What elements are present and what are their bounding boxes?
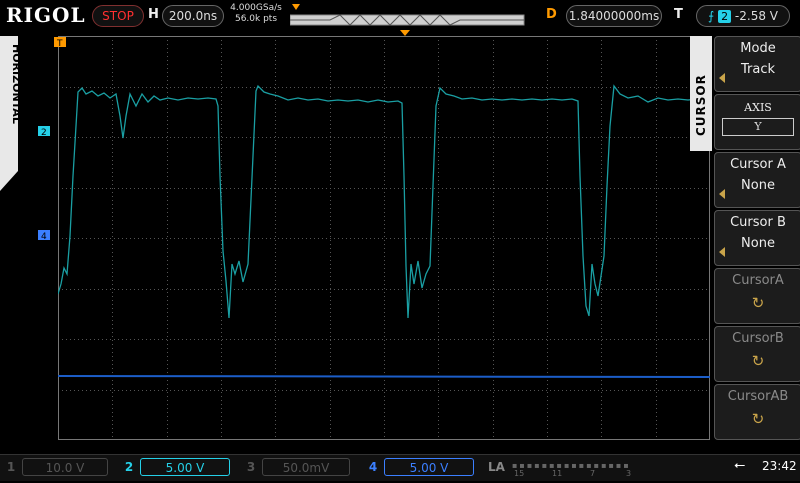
cursor-b-arrow-icon — [719, 247, 725, 257]
rigol-logo: RIGOL — [6, 3, 86, 27]
mode-label: Mode — [740, 41, 776, 56]
cursora-label: CursorA — [732, 273, 784, 288]
la-tick-15: 15 — [514, 469, 525, 478]
cursorb-adjust-button[interactable]: CursorB ↻ — [714, 326, 800, 382]
mode-button[interactable]: Mode Track — [714, 36, 800, 92]
top-status-bar: RIGOL STOP H 200.0ns 4.000GSa/s 56.0k pt… — [0, 0, 800, 32]
horizontal-tab[interactable]: HORIZONTAL — [0, 36, 22, 196]
logic-analyzer-status[interactable]: LA ▪▪▪▪▪▪▪▪▪▪▪▪▪▪▪▪ 15 11 7 3 — [488, 458, 668, 478]
la-channel-map: ▪▪▪▪▪▪▪▪▪▪▪▪▪▪▪▪ — [512, 461, 631, 470]
timebase-readout[interactable]: 200.0ns — [162, 5, 224, 27]
cursorb-label: CursorB — [732, 331, 784, 346]
horizontal-label: H — [148, 7, 159, 22]
sample-info: 4.000GSa/s 56.0k pts — [228, 3, 284, 25]
cursor-a-button[interactable]: Cursor A None — [714, 152, 800, 208]
channel-4-status[interactable]: 4 5.00 V — [366, 458, 474, 476]
memory-depth: 56.0k pts — [234, 14, 278, 24]
channel-1-scale: 10.0 V — [45, 461, 85, 475]
cursor-a-arrow-icon — [719, 189, 725, 199]
trigger-marker: T — [54, 37, 66, 48]
la-label: LA — [488, 460, 505, 474]
channel-4-scale: 5.00 V — [409, 461, 449, 475]
channel-4-number: 4 — [368, 460, 378, 474]
delay-readout[interactable]: 1.84000000ms — [566, 5, 662, 27]
la-tick-11: 11 — [552, 469, 563, 478]
cursor-menu: CURSOR Mode Track AXIS Y Cursor A None C… — [690, 36, 800, 450]
channel-3-scale: 50.0mV — [282, 461, 330, 475]
trigger-position-icon — [292, 4, 300, 10]
cursor-b-label: Cursor B — [730, 215, 786, 230]
trigger-channel-badge: 2 — [718, 10, 732, 23]
channel-4-marker-label: 4 — [41, 232, 47, 241]
mode-arrow-icon — [719, 73, 725, 83]
channel-2-scale: 5.00 V — [165, 461, 205, 475]
waveform-display[interactable]: T 2 4 — [38, 30, 711, 441]
horizontal-tab-label: HORIZONTAL — [10, 44, 22, 124]
trigger-label: T — [674, 7, 683, 22]
axis-value: Y — [722, 118, 794, 136]
axis-label: AXIS — [744, 101, 772, 114]
channel-1-number: 1 — [6, 460, 16, 474]
la-tick-3: 3 — [626, 469, 632, 478]
cursor-b-button[interactable]: Cursor B None — [714, 210, 800, 266]
rotate-knob-icon: ↻ — [751, 352, 765, 370]
cursor-a-value: None — [741, 178, 775, 193]
memory-overview — [290, 4, 525, 26]
rotate-knob-icon: ↻ — [751, 294, 765, 312]
channel-2-number: 2 — [124, 460, 134, 474]
sample-rate: 4.000GSa/s — [230, 3, 282, 13]
delay-label: D — [546, 7, 557, 22]
channel-1-status[interactable]: 1 10.0 V — [4, 458, 108, 476]
rising-edge-icon: ⨍ — [708, 9, 715, 23]
rotate-knob-icon: ↻ — [751, 410, 765, 428]
usb-icon: ⭠ — [734, 457, 746, 473]
la-tick-7: 7 — [590, 469, 596, 478]
trigger-time-marker — [400, 30, 410, 36]
cursor-a-label: Cursor A — [730, 157, 786, 172]
mode-value: Track — [740, 62, 776, 77]
trigger-readout[interactable]: ⨍ 2 -2.58 V — [696, 5, 790, 27]
cursorab-label: CursorAB — [727, 389, 789, 404]
axis-button[interactable]: AXIS Y — [714, 94, 800, 150]
cursor-b-value: None — [741, 236, 775, 251]
channel-2-status[interactable]: 2 5.00 V — [122, 458, 230, 476]
channel-3-number: 3 — [246, 460, 256, 474]
channel-4-trace — [57, 375, 711, 378]
cursora-adjust-button[interactable]: CursorA ↻ — [714, 268, 800, 324]
run-stop-indicator[interactable]: STOP — [92, 5, 144, 27]
channel-status-bar: 1 10.0 V 2 5.00 V 3 50.0mV 4 5.00 V LA ▪… — [0, 454, 800, 481]
trigger-marker-label: T — [56, 39, 63, 48]
clock: 23:42 — [762, 459, 797, 473]
channel-2-marker-label: 2 — [41, 128, 47, 137]
menu-title: CURSOR — [690, 36, 712, 151]
waveform-grid — [57, 36, 711, 441]
trigger-level: -2.58 V — [734, 9, 778, 23]
channel-2-offset-marker[interactable]: 2 — [38, 125, 52, 137]
channel-4-offset-marker[interactable]: 4 — [38, 229, 52, 241]
channel-3-status[interactable]: 3 50.0mV — [244, 458, 352, 476]
cursorab-adjust-button[interactable]: CursorAB ↻ — [714, 384, 800, 440]
